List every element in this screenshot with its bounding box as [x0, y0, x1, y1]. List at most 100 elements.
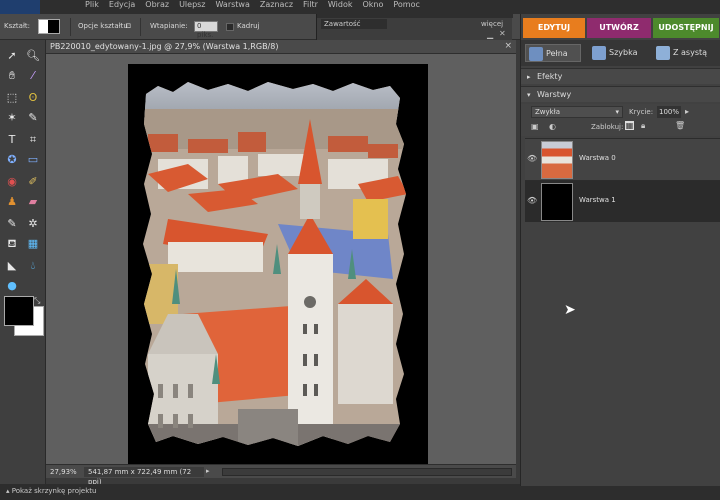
shape-picker[interactable]: [38, 19, 60, 34]
chevron-down-icon: ▾: [615, 108, 619, 116]
tab-full-edit-label: Pełna: [546, 49, 568, 58]
quick-selection-icon[interactable]: ✎: [25, 110, 41, 126]
menu-enhance[interactable]: Ulepsz: [174, 0, 210, 14]
new-layer-icon[interactable]: ▣: [531, 122, 539, 131]
red-eye-icon[interactable]: ◉: [4, 174, 20, 190]
lock-transparency-icon[interactable]: ▦: [625, 121, 634, 130]
blur-icon[interactable]: 💧︎: [25, 258, 41, 274]
status-menu-arrow-icon[interactable]: ▸: [206, 467, 210, 475]
menu-filter[interactable]: Filtr: [298, 0, 323, 14]
clone-stamp-icon[interactable]: ♟: [4, 194, 20, 210]
divider: [140, 18, 141, 36]
divider: [70, 18, 71, 36]
tab-quick-edit-label: Szybka: [609, 48, 638, 57]
cookie-cutter-icon[interactable]: ✪: [4, 152, 20, 168]
minimize-icon[interactable]: ▁: [487, 30, 493, 39]
content-panel-topstrip: [317, 14, 513, 18]
menu-edit[interactable]: Edycja: [104, 0, 140, 14]
mode-tabs: EDYTUJ UTWÓRZ UDOSTĘPNIJ: [521, 18, 720, 38]
menu-help[interactable]: Pomoc: [388, 0, 425, 14]
straighten-icon[interactable]: ▭: [25, 152, 41, 168]
zoom-level[interactable]: 27,93%: [50, 468, 77, 476]
feather-label: Wtapianie:: [150, 22, 188, 30]
collapse-arrow-icon: ▾: [527, 91, 531, 99]
menu-layer[interactable]: Warstwa: [211, 0, 255, 14]
eraser-icon[interactable]: ▰: [25, 194, 41, 210]
menu-view[interactable]: Widok: [323, 0, 358, 14]
tab-guided-edit[interactable]: Z asystą: [653, 44, 719, 62]
tab-edit[interactable]: EDYTUJ: [523, 18, 585, 38]
content-panel: Zawartość więcej ▁ ✕: [316, 14, 513, 40]
menu-window[interactable]: Okno: [357, 0, 388, 14]
opacity-arrow-icon[interactable]: ▸: [685, 107, 689, 116]
close-icon[interactable]: ✕: [499, 29, 506, 38]
project-bin-toggle-label: Pokaż skrzynkę projektu: [11, 487, 97, 495]
tab-quick-edit[interactable]: Szybka: [589, 44, 649, 62]
magic-wand-icon[interactable]: ✶: [4, 110, 20, 126]
swap-colors-icon[interactable]: ⤡: [34, 296, 40, 306]
lasso-icon[interactable]: ʘ: [25, 90, 41, 106]
zoom-icon[interactable]: 🔍︎: [25, 48, 41, 64]
spot-healing-icon[interactable]: ✐: [25, 174, 41, 190]
photo-artwork: [143, 82, 406, 446]
image-canvas[interactable]: [128, 64, 428, 464]
sponge-icon[interactable]: ●: [4, 278, 20, 294]
tab-full-edit[interactable]: Pełna: [525, 44, 581, 62]
blend-mode-value: Zwykła: [535, 108, 560, 116]
blend-mode-select[interactable]: Zwykła ▾: [531, 106, 623, 118]
layers-panel-header[interactable]: ▾ Warstwy: [521, 86, 720, 102]
adjustment-layer-icon[interactable]: ◐: [549, 122, 556, 131]
foreground-color-swatch[interactable]: [4, 296, 34, 326]
right-panel: EDYTUJ UTWÓRZ UDOSTĘPNIJ Pełna Szybka Z …: [520, 14, 720, 486]
shape-options-icon[interactable]: ▫: [125, 21, 131, 31]
horizontal-scrollbar[interactable]: [222, 468, 512, 476]
project-bin-toggle[interactable]: ▴ Pokaż skrzynkę projektu: [6, 487, 96, 495]
menu-image[interactable]: Obraz: [140, 0, 174, 14]
delete-layer-icon[interactable]: 🗑︎: [675, 121, 685, 130]
shape-label: Kształt:: [4, 22, 31, 30]
marquee-icon[interactable]: ⬚: [4, 90, 20, 106]
move-icon[interactable]: ➚: [4, 48, 20, 64]
layer-thumbnail: [541, 141, 573, 179]
effects-panel-header[interactable]: ▸ Efekty: [521, 68, 720, 84]
guided-edit-icon: [656, 46, 670, 60]
more-button[interactable]: więcej: [481, 20, 503, 28]
layer-name: Warstwa 0: [579, 154, 616, 162]
document-title: PB220010_edytowany-1.jpg @ 27,9% (Warstw…: [50, 42, 279, 51]
smart-brush-icon[interactable]: ✲: [25, 216, 41, 232]
gradient-icon[interactable]: ▦: [25, 236, 41, 252]
hand-icon[interactable]: ✋︎: [4, 68, 20, 84]
menu-file[interactable]: Plik: [80, 0, 104, 14]
app-logo: [0, 0, 40, 14]
effects-panel-title: Efekty: [537, 72, 563, 81]
content-tab[interactable]: Zawartość: [321, 19, 387, 29]
feather-input[interactable]: 0 piks.: [194, 21, 218, 39]
shape-icon[interactable]: ◣: [4, 258, 20, 274]
layers-panel-title: Warstwy: [537, 90, 572, 99]
type-icon[interactable]: T: [4, 132, 20, 148]
tab-guided-edit-label: Z asystą: [673, 48, 708, 57]
document-close-button[interactable]: ×: [504, 41, 512, 51]
visibility-eye-icon[interactable]: 👁︎: [527, 154, 537, 163]
layer-row[interactable]: 👁︎ Warstwa 0: [525, 138, 720, 180]
paint-bucket-icon[interactable]: ⛾: [4, 236, 20, 252]
layer-row[interactable]: 👁︎ Warstwa 1: [525, 180, 720, 222]
brush-icon[interactable]: ✎: [4, 216, 20, 232]
menu-select[interactable]: Zaznacz: [255, 0, 298, 14]
lock-all-icon[interactable]: 🔒︎: [641, 121, 645, 131]
layers-controls: Zwykła ▾ Krycie: 100% ▸ ▣ ◐ Zablokuj: ▦ …: [521, 104, 720, 136]
document-tab[interactable]: PB220010_edytowany-1.jpg @ 27,9% (Warstw…: [46, 40, 516, 54]
toolbox: ➚ 🔍︎ ✋︎ ⁄ ⬚ ʘ ✶ ✎ T ⌗ ✪ ▭ ◉ ✐ ♟ ▰ ✎ ✲ ⛾ …: [0, 40, 46, 487]
crop-icon[interactable]: ⌗: [25, 132, 41, 148]
tab-share[interactable]: UDOSTĘPNIJ: [653, 18, 719, 38]
eyedropper-icon[interactable]: ⁄: [25, 68, 41, 84]
menu-bar: Plik Edycja Obraz Ulepsz Warstwa Zaznacz…: [0, 0, 720, 14]
layer-name: Warstwa 1: [579, 196, 616, 204]
layer-thumbnail: [541, 183, 573, 221]
visibility-eye-icon[interactable]: 👁︎: [527, 196, 537, 205]
crop-checkbox[interactable]: [226, 23, 234, 31]
tab-create[interactable]: UTWÓRZ: [587, 18, 651, 38]
opacity-input[interactable]: 100%: [657, 106, 681, 118]
canvas-area[interactable]: [46, 54, 516, 464]
shape-options-label: Opcje kształtu:: [78, 22, 131, 30]
